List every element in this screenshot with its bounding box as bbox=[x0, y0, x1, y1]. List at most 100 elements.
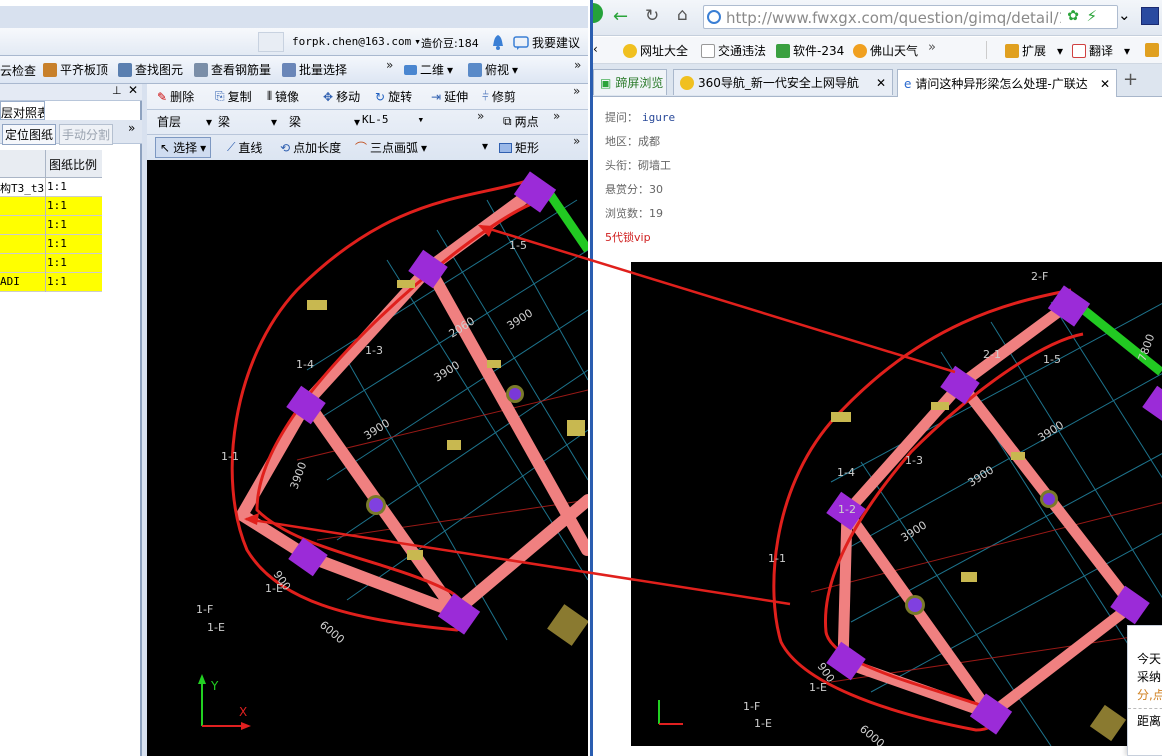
cloud-check-button[interactable]: 云检查 bbox=[0, 62, 36, 79]
align-top-button[interactable]: 平齐板顶 bbox=[43, 61, 108, 78]
account-dropdown[interactable]: forpk.chen@163.com ▾ bbox=[292, 35, 421, 48]
dim-label: 6000 bbox=[857, 722, 887, 746]
table-row[interactable]: ADI 1:1 bbox=[0, 273, 102, 292]
suggest-button[interactable]: 我要建议 bbox=[513, 34, 580, 51]
overflow-chevron-icon[interactable]: » bbox=[574, 58, 581, 72]
edit-toolbars: ✎ 删除 ⎘ 复制 ⫴ 镜像 ✥ 移动 ↻ 旋转 ⇥ 延伸 ⫩ 修剪 » 首层 ▾ 梁 ▾ 梁 ▾ … bbox=[147, 84, 588, 160]
axis-indicator bbox=[658, 700, 683, 725]
mirror-button[interactable]: ⫴ 镜像 bbox=[267, 88, 299, 105]
view-2d-dropdown[interactable]: 二维 ▾ bbox=[404, 61, 453, 78]
delete-button[interactable]: ✎ 删除 bbox=[157, 88, 194, 105]
cad-canvas[interactable]: 1-5 1-3 1-4 1-1 1-E 1-F 1-E 3900 3900 39… bbox=[147, 160, 588, 756]
arc-button[interactable]: ⌒ 三点画弧 ▾ bbox=[355, 139, 427, 156]
software-icon bbox=[776, 43, 790, 58]
grid-label: 1-E bbox=[754, 717, 772, 730]
close-icon[interactable]: ✕ bbox=[1099, 76, 1110, 91]
flash-icon[interactable]: ⚡ bbox=[1086, 7, 1097, 25]
manual-split-button[interactable]: 手动分割 bbox=[59, 124, 114, 145]
bookmark-item[interactable]: 佛山天气 bbox=[853, 42, 918, 59]
field-region: 地区：成都 bbox=[605, 135, 660, 148]
copy-button[interactable]: ⎘ 复制 bbox=[215, 88, 252, 105]
bookmark-item[interactable]: 交通违法 bbox=[701, 42, 766, 59]
cad-drawing: 1-5 1-3 1-4 1-1 1-E 1-F 1-E 3900 3900 39… bbox=[196, 171, 588, 730]
grid-label: 1-4 bbox=[837, 466, 855, 479]
table-row[interactable]: 1:1 bbox=[0, 235, 102, 254]
beam-id-select[interactable]: KL-5 ▾ bbox=[362, 113, 424, 126]
table-row[interactable]: 构T3_t3 1:1 bbox=[0, 178, 102, 197]
vip-label[interactable]: 5代锁vip bbox=[605, 229, 651, 245]
axis-y-label: Y bbox=[210, 679, 219, 693]
subcategory-select[interactable]: 梁 ▾ bbox=[289, 113, 360, 130]
find-element-button[interactable]: 查找图元 bbox=[118, 61, 183, 78]
shield-icon[interactable]: ✿ bbox=[1067, 8, 1079, 24]
locate-drawing-button[interactable]: 定位图纸 bbox=[2, 124, 57, 145]
panel-title-tab[interactable]: 楼层对照表 bbox=[0, 101, 45, 120]
bell-icon[interactable] bbox=[491, 34, 505, 50]
browser-logo-icon bbox=[593, 3, 603, 23]
binocular-icon bbox=[118, 62, 132, 77]
panel-tabs: 定位图纸 手动分割 » bbox=[0, 120, 142, 145]
dim-label: 3900 bbox=[288, 460, 310, 491]
grid-label: 1-5 bbox=[1043, 353, 1061, 366]
row-scale: 1:1 bbox=[47, 237, 67, 250]
pin-icon[interactable]: ⊥ bbox=[112, 84, 122, 97]
url-input[interactable]: http://www.fwxgx.com/question/gimq/detai… bbox=[703, 5, 1118, 29]
home-icon[interactable]: ⌂ bbox=[677, 5, 688, 25]
table-row[interactable]: 1:1 bbox=[0, 197, 102, 216]
view-rebar-button[interactable]: 查看钢筋量 bbox=[194, 61, 271, 78]
grid-label: 2-F bbox=[1031, 270, 1048, 283]
table-row[interactable]: 1:1 bbox=[0, 254, 102, 273]
close-icon[interactable]: ✕ bbox=[876, 76, 886, 90]
row-scale: 1:1 bbox=[47, 256, 67, 269]
table-row[interactable]: 1:1 bbox=[0, 216, 102, 235]
point-length-button[interactable]: ⟲ 点加长度 bbox=[280, 139, 341, 156]
axis-indicator: Y X bbox=[198, 674, 251, 730]
overflow-chevron-icon[interactable]: » bbox=[573, 84, 580, 98]
overflow-chevron-icon[interactable]: » bbox=[573, 134, 580, 148]
tab-split-view[interactable]: ▣ 蹄屏浏览 bbox=[593, 69, 667, 95]
extensions-button[interactable]: 扩展 ▾ bbox=[1005, 42, 1063, 59]
category-select[interactable]: 梁 ▾ bbox=[218, 113, 277, 130]
paw-icon[interactable] bbox=[1141, 7, 1159, 25]
dim-label: 7800 bbox=[1136, 332, 1158, 363]
rotate-button[interactable]: ↻ 旋转 bbox=[375, 88, 412, 105]
move-button[interactable]: ✥ 移动 bbox=[323, 88, 360, 105]
overflow-chevron-icon[interactable]: » bbox=[128, 121, 135, 135]
chevron-down-icon[interactable]: ⌄ bbox=[1118, 6, 1131, 24]
notice-popup[interactable]: 今天 采纳 分,点 距离 bbox=[1127, 625, 1162, 756]
line-button[interactable]: ⟋ 直线 bbox=[227, 139, 262, 156]
grid-label: 1-3 bbox=[365, 344, 383, 357]
batch-select-button[interactable]: 批量选择 bbox=[282, 61, 347, 78]
bookmark-item[interactable]: 网址大全 bbox=[623, 42, 688, 59]
tab-active-question[interactable]: e 请问这种异形梁怎么处理-广联达 ✕ bbox=[897, 69, 1117, 97]
delete-icon: ✎ bbox=[157, 89, 168, 104]
rect-button[interactable]: 矩形 bbox=[499, 139, 539, 156]
translate-button[interactable]: 翻译 ▾ bbox=[1072, 42, 1130, 59]
question-image[interactable]: 2-F 2-1 1-5 1-3 1-4 1-2 1-1 1-E 1-F 1-E … bbox=[631, 262, 1162, 746]
overflow-chevron-icon[interactable]: » bbox=[386, 58, 393, 72]
overflow-chevron-icon[interactable]: » bbox=[477, 109, 484, 123]
view-top-dropdown[interactable]: 俯视 ▾ bbox=[468, 61, 518, 78]
grid-label: 1-E bbox=[207, 621, 225, 634]
select-button[interactable]: ↖ 选择 ▾ bbox=[155, 137, 212, 158]
more-icon[interactable]: » bbox=[928, 40, 936, 55]
back-icon[interactable]: ← bbox=[613, 6, 628, 27]
address-bar-row: ← ↻ ⌂ http://www.fwxgx.com/question/gimq… bbox=[593, 0, 1162, 36]
rotate-icon: ↻ bbox=[375, 89, 386, 104]
two-point-button[interactable]: ⧉ 两点 bbox=[503, 113, 539, 130]
floor-select[interactable]: 首层 ▾ bbox=[157, 113, 212, 130]
row-scale: 1:1 bbox=[47, 199, 67, 212]
tab-360-nav[interactable]: 360导航_新一代安全上网导航 ✕ bbox=[673, 69, 893, 95]
reload-icon[interactable]: ↻ bbox=[645, 6, 659, 26]
trim-button[interactable]: ⫩ 修剪 bbox=[482, 88, 516, 105]
cad-screenshot-image: 2-F 2-1 1-5 1-3 1-4 1-2 1-1 1-E 1-F 1-E … bbox=[658, 270, 1162, 746]
bookmark-item[interactable]: 软件-234 bbox=[776, 42, 844, 59]
new-tab-icon[interactable]: + bbox=[1123, 69, 1138, 90]
overflow-chevron-icon[interactable]: » bbox=[553, 109, 560, 123]
extension2-icon[interactable] bbox=[1145, 43, 1159, 57]
blank-select[interactable]: ▾ bbox=[439, 139, 488, 153]
translate-icon bbox=[1072, 43, 1086, 58]
arrow-icon[interactable]: ‹ bbox=[593, 42, 598, 56]
close-icon[interactable]: ✕ bbox=[128, 83, 138, 97]
extend-button[interactable]: ⇥ 延伸 bbox=[431, 88, 468, 105]
